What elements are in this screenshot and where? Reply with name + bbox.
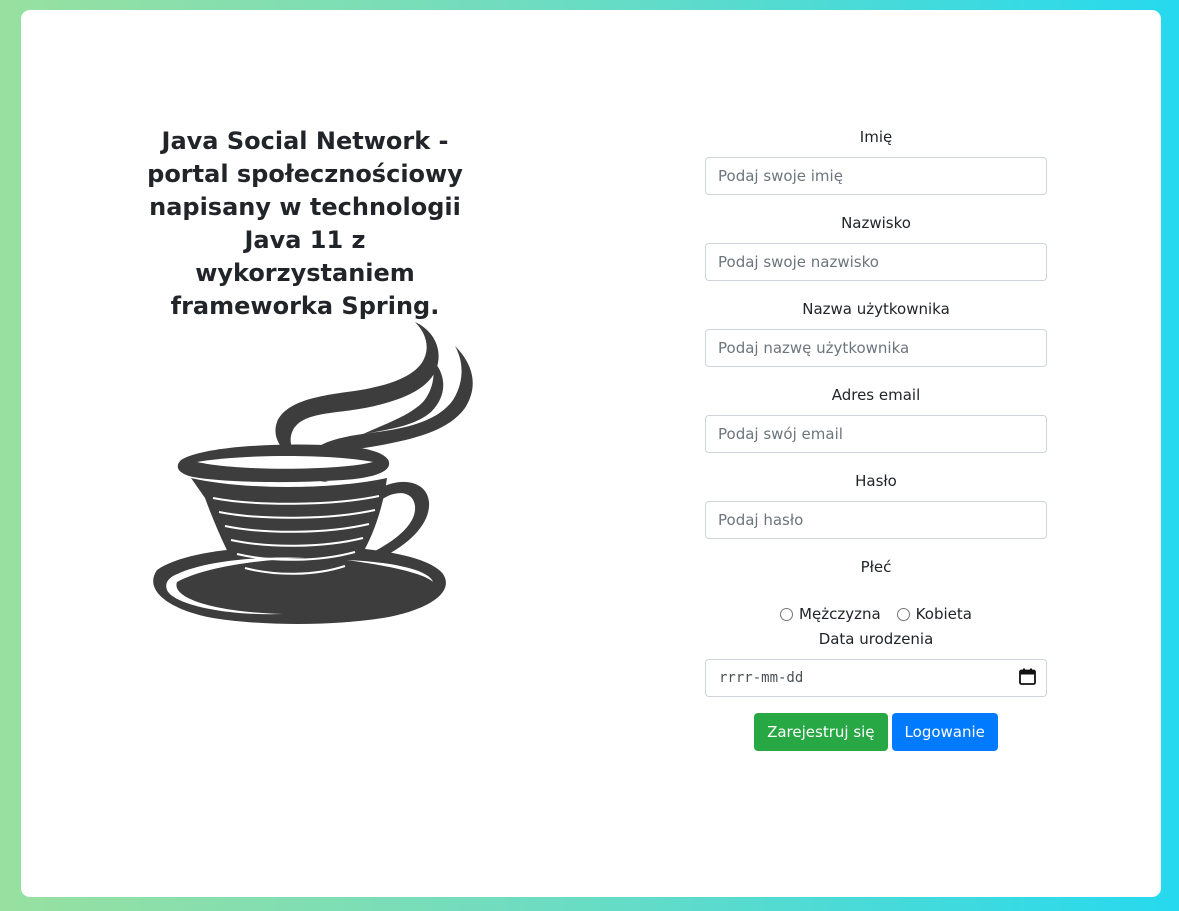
coffee-cup-icon [133, 320, 479, 632]
username-label: Nazwa użytkownika [802, 300, 950, 318]
login-button[interactable]: Logowanie [891, 713, 998, 751]
page-title: Java Social Network - portal społecznośc… [147, 127, 463, 320]
female-radio-label: Kobieta [915, 605, 972, 623]
gender-options: Mężczyzna Kobieta [705, 603, 1047, 625]
email-label: Adres email [831, 386, 921, 404]
username-input[interactable] [705, 329, 1047, 367]
calendar-icon[interactable] [1019, 668, 1036, 689]
first-name-label: Imię [859, 128, 893, 146]
username-group: Nazwa użytkownika [705, 298, 1047, 367]
birth-date-label: Data urodzenia [818, 630, 934, 648]
last-name-group: Nazwisko [705, 212, 1047, 281]
first-name-group: Imię [705, 126, 1047, 195]
gender-group: Płeć Mężczyzna Kobieta [705, 556, 1047, 628]
registration-form: Imię Nazwisko Nazwa użytkownika Adres em… [705, 126, 1047, 751]
male-radio[interactable] [780, 607, 794, 621]
password-label: Hasło [855, 472, 897, 490]
registration-card: Java Social Network - portal społecznośc… [21, 10, 1161, 897]
password-input[interactable] [705, 501, 1047, 539]
gender-label: Płeć [860, 558, 892, 576]
intro-section: Java Social Network - portal społecznośc… [131, 125, 479, 323]
email-group: Adres email [705, 384, 1047, 453]
form-actions: Zarejestruj się Logowanie [705, 713, 1047, 751]
register-button[interactable]: Zarejestruj się [754, 713, 888, 751]
last-name-label: Nazwisko [841, 214, 911, 232]
birth-date-input[interactable]: rrrr-mm-dd [705, 659, 1047, 697]
email-input[interactable] [705, 415, 1047, 453]
female-radio[interactable] [896, 607, 910, 621]
first-name-input[interactable] [705, 157, 1047, 195]
birth-date-group: Data urodzenia rrrr-mm-dd [705, 628, 1047, 697]
gender-option-female[interactable]: Kobieta [896, 605, 972, 623]
male-radio-label: Mężczyzna [799, 605, 881, 623]
last-name-input[interactable] [705, 243, 1047, 281]
password-group: Hasło [705, 470, 1047, 539]
gender-option-male[interactable]: Mężczyzna [780, 605, 881, 623]
birth-date-placeholder: rrrr-mm-dd [719, 670, 804, 686]
